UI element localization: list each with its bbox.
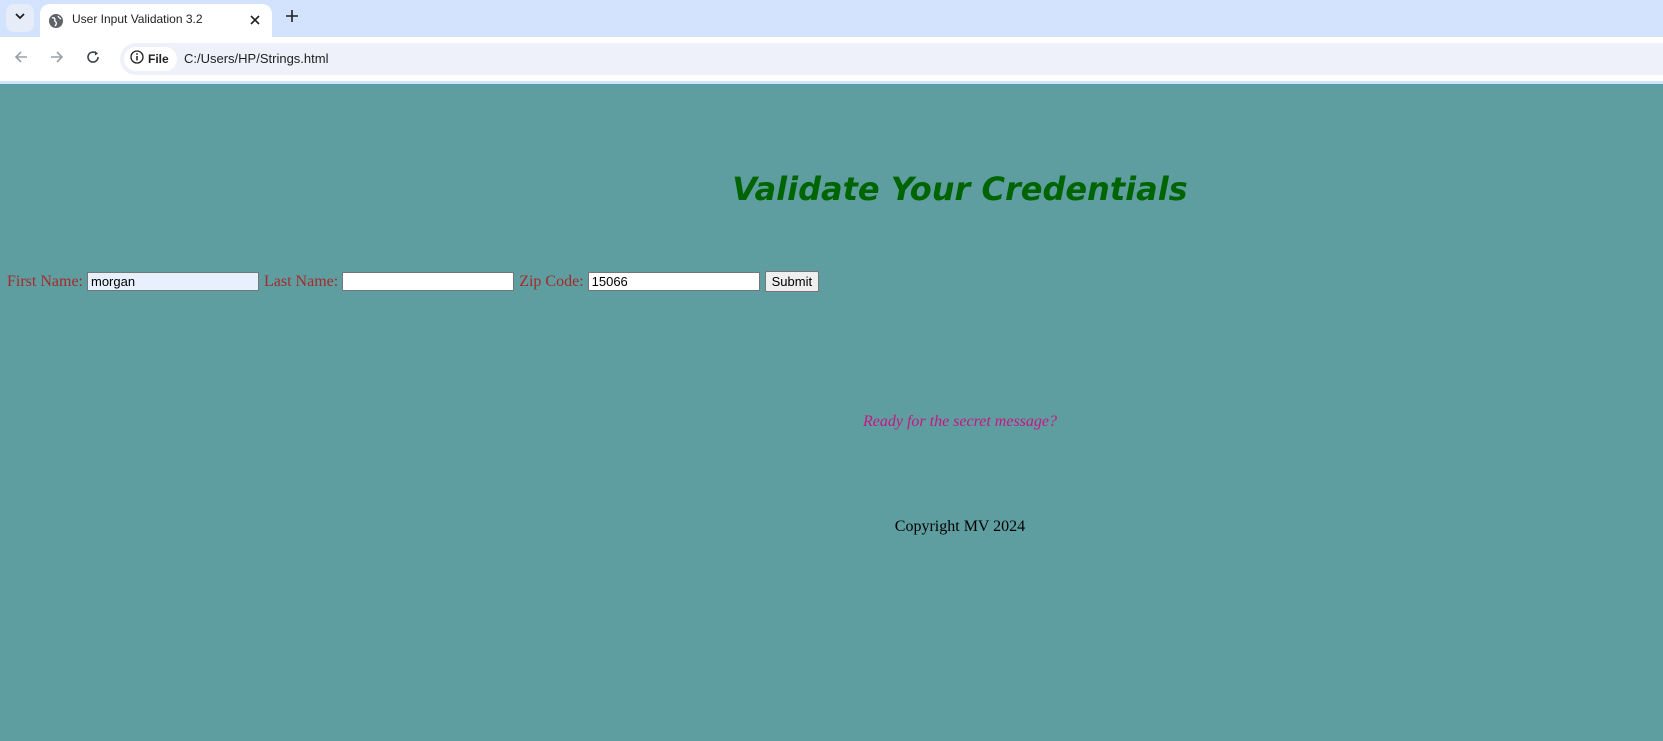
reload-button[interactable] <box>80 46 106 72</box>
page-content: Validate Your Credentials First Name: La… <box>0 84 1663 741</box>
forward-button[interactable] <box>44 46 70 72</box>
url-text[interactable]: C:/Users/HP/Strings.html <box>184 51 328 66</box>
plus-icon <box>286 9 298 27</box>
browser-chrome: User Input Validation 3.2 File C:/Users/… <box>0 0 1663 84</box>
browser-toolbar: File C:/Users/HP/Strings.html <box>0 37 1663 81</box>
close-icon[interactable] <box>246 11 264 29</box>
last-name-input[interactable] <box>342 272 515 291</box>
site-chip-label: File <box>148 52 169 66</box>
tab-search-button[interactable] <box>6 4 34 32</box>
arrow-left-icon <box>14 50 28 69</box>
first-name-label: First Name: <box>7 272 83 290</box>
submit-button[interactable]: Submit <box>764 271 820 292</box>
tab-title: User Input Validation 3.2 <box>72 12 203 26</box>
info-icon <box>130 49 144 69</box>
secret-message: Ready for the secret message? <box>862 413 1057 430</box>
site-info-chip[interactable]: File <box>124 47 177 71</box>
last-name-label: Last Name: <box>264 272 339 290</box>
tab-strip: User Input Validation 3.2 <box>0 0 1663 37</box>
back-button[interactable] <box>8 46 34 72</box>
first-name-input[interactable] <box>87 272 259 291</box>
reload-icon <box>86 50 100 69</box>
chevron-down-icon <box>14 9 26 27</box>
credentials-form: First Name: Last Name: Zip Code: Submit <box>7 271 820 292</box>
arrow-right-icon <box>50 50 64 69</box>
page-title: Validate Your Credentials <box>732 170 1188 208</box>
address-bar[interactable]: File C:/Users/HP/Strings.html <box>120 43 1663 75</box>
copyright-text: Copyright MV 2024 <box>894 518 1026 535</box>
globe-icon <box>48 13 64 29</box>
zip-code-label: Zip Code: <box>519 272 584 290</box>
zip-code-input[interactable] <box>587 272 760 291</box>
new-tab-button[interactable] <box>280 6 304 30</box>
browser-tab[interactable]: User Input Validation 3.2 <box>40 4 272 37</box>
